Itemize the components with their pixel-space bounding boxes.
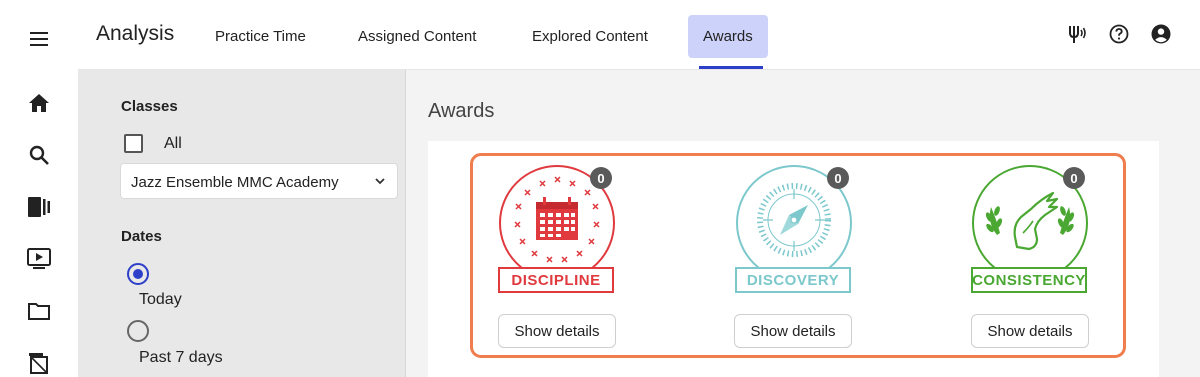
- tab-practice-time[interactable]: Practice Time: [200, 15, 321, 58]
- classes-label: Classes: [121, 98, 178, 115]
- date-radio-today[interactable]: [127, 263, 149, 285]
- top-bar: Analysis Practice Time Assigned Content …: [78, 0, 1200, 70]
- consistency-count-badge: 0: [1063, 167, 1085, 189]
- discipline-label: DISCIPLINE: [498, 267, 614, 293]
- active-tab-indicator: [699, 66, 763, 69]
- nav-rail: [0, 0, 78, 377]
- filters-panel: Classes All Jazz Ensemble MMC Academy Da…: [78, 70, 406, 377]
- tuner-icon[interactable]: [1064, 22, 1088, 46]
- discovery-award: DISCOVERY 0: [709, 165, 879, 325]
- assignment-icon[interactable]: [26, 350, 52, 376]
- help-icon[interactable]: [1107, 22, 1131, 46]
- chevron-down-icon: [373, 174, 387, 193]
- tab-assigned-content[interactable]: Assigned Content: [343, 15, 491, 58]
- discovery-show-details-button[interactable]: Show details: [734, 314, 852, 348]
- discipline-award: DISCIPLINE 0: [472, 165, 642, 325]
- consistency-label: CONSISTENCY: [971, 267, 1087, 293]
- tab-explored-content[interactable]: Explored Content: [517, 15, 663, 58]
- date-option-today-label: Today: [139, 291, 182, 308]
- all-classes-label: All: [164, 135, 182, 152]
- consistency-award: CONSISTENCY 0: [945, 165, 1115, 325]
- date-radio-past-7-days[interactable]: [127, 320, 149, 342]
- consistency-show-details-button[interactable]: Show details: [971, 314, 1089, 348]
- dates-label: Dates: [121, 228, 162, 245]
- discipline-count-badge: 0: [590, 167, 612, 189]
- page-title: Analysis: [96, 22, 175, 45]
- account-icon[interactable]: [1149, 22, 1173, 46]
- library-icon[interactable]: [26, 194, 52, 220]
- discipline-show-details-button[interactable]: Show details: [498, 314, 616, 348]
- awards-title: Awards: [428, 100, 495, 122]
- class-select[interactable]: Jazz Ensemble MMC Academy: [120, 163, 398, 199]
- tab-awards[interactable]: Awards: [688, 15, 768, 58]
- menu-icon[interactable]: [26, 26, 52, 52]
- home-icon[interactable]: [26, 90, 52, 116]
- all-classes-checkbox[interactable]: [124, 134, 143, 153]
- discovery-count-badge: 0: [827, 167, 849, 189]
- discovery-label: DISCOVERY: [735, 267, 851, 293]
- date-option-past-7-days-label: Past 7 days: [139, 349, 223, 366]
- video-icon[interactable]: [26, 246, 52, 272]
- search-icon[interactable]: [26, 142, 52, 168]
- folder-icon[interactable]: [26, 298, 52, 324]
- class-select-value: Jazz Ensemble MMC Academy: [131, 174, 339, 191]
